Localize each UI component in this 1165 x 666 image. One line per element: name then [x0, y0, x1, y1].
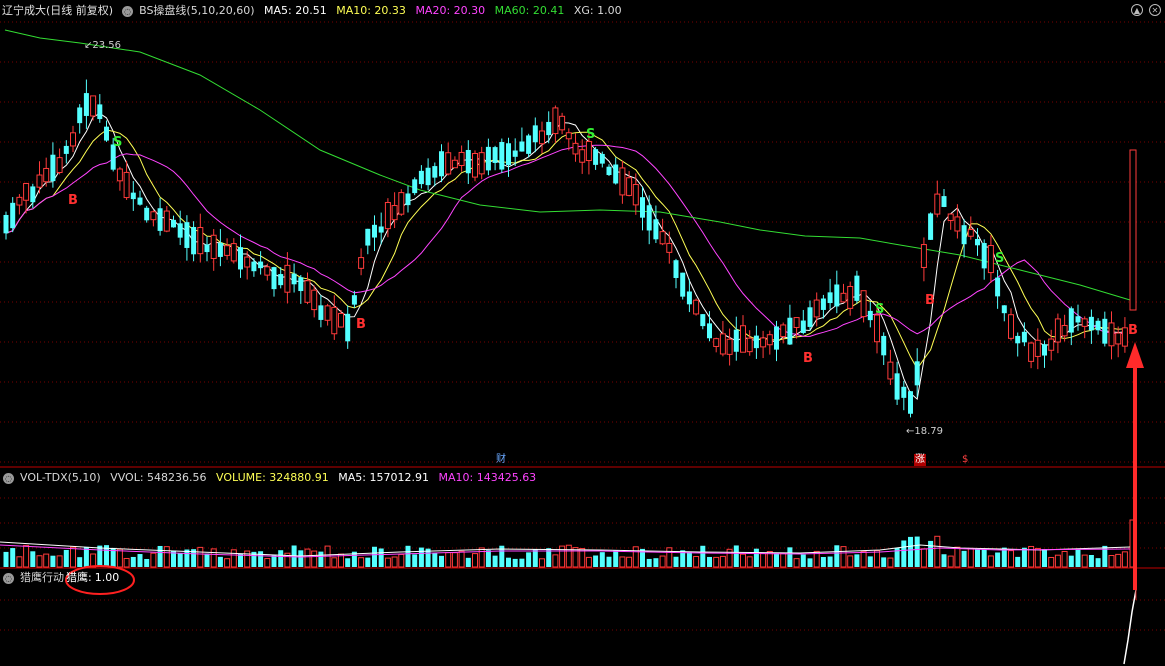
buy-signal: B: [356, 317, 366, 332]
limit-up-marker[interactable]: 涨: [914, 454, 926, 466]
stock-title[interactable]: 辽宁成大(日线 前复权): [2, 4, 113, 17]
sell-signal: S: [875, 302, 885, 317]
hawk-settings-icon[interactable]: ◌: [3, 572, 14, 584]
ma10-value: MA10: 20.33: [336, 4, 406, 17]
ma5-value: MA5: 20.51: [264, 4, 327, 17]
main-chart-header: 辽宁成大(日线 前复权) ◌ BS操盘线(5,10,20,60) MA5: 20.5…: [0, 2, 1165, 20]
close-icon[interactable]: ✕: [1149, 4, 1161, 16]
xg-value: XG: 1.00: [573, 4, 622, 17]
hawk-value: 1.00: [94, 571, 120, 584]
buy-arrow: [1126, 342, 1144, 590]
candlestick-series: [3, 79, 1137, 418]
hawk-indicator-name[interactable]: 猎鹰行动: [20, 571, 64, 584]
chevron-up-icon[interactable]: ▲: [1131, 4, 1143, 16]
vvol-value: VVOL: 548236.56: [110, 471, 207, 484]
ma20-value: MA20: 20.30: [415, 4, 486, 17]
volume-header: ◌ VOL-TDX(5,10) VVOL: 548236.56 VOLUME: 3…: [0, 469, 1165, 487]
volume-settings-icon[interactable]: ◌: [3, 472, 14, 484]
vol-ma10-value: MA10: 143425.63: [438, 471, 537, 484]
ma60-value: MA60: 20.41: [494, 4, 565, 17]
buy-signal: B: [1128, 323, 1138, 338]
buy-signal: B: [803, 351, 813, 366]
volume-value: VOLUME: 324880.91: [216, 471, 329, 484]
buy-signal: B: [68, 193, 78, 208]
volume-indicator-name[interactable]: VOL-TDX(5,10): [20, 471, 101, 484]
buy-signal: B: [925, 293, 935, 308]
sell-signal: S: [995, 251, 1005, 266]
hawk-value-label: 猎鹰:: [66, 571, 92, 584]
dividend-marker[interactable]: $: [961, 454, 969, 466]
vol-ma5-value: MA5: 157012.91: [338, 471, 429, 484]
chart-grid: [0, 21, 1165, 631]
sell-signal: S: [113, 135, 123, 150]
kline-chart-canvas[interactable]: [0, 0, 1165, 666]
settings-circle-icon[interactable]: ◌: [122, 5, 134, 17]
hawk-header: ◌ 猎鹰行动 猎鹰: 1.00: [0, 569, 1165, 587]
indicator-name[interactable]: BS操盘线(5,10,20,60): [139, 4, 254, 17]
high-price-label: ↙23.56: [84, 40, 122, 51]
sell-signal: S: [586, 127, 596, 142]
finance-event-marker[interactable]: 财: [495, 454, 507, 466]
low-price-label: ←18.79: [906, 426, 944, 437]
volume-bars: [3, 519, 1137, 568]
moving-average-lines: [4, 29, 1131, 401]
